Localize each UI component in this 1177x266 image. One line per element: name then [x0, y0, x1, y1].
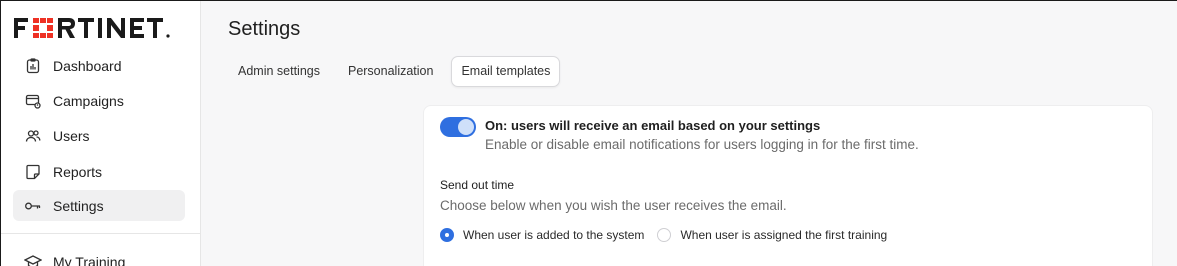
send-out-time-description: Choose below when you wish the user rece… — [440, 198, 787, 213]
page-title: Settings — [228, 18, 301, 40]
toggle-knob — [458, 119, 474, 135]
toggle-title: On: users will receive an email based on… — [485, 118, 821, 133]
sidebar-divider — [1, 233, 201, 234]
key-icon — [23, 196, 43, 216]
tab-email-templates[interactable]: Email templates — [451, 55, 561, 87]
send-out-time-label: Send out time — [440, 178, 515, 192]
sidebar-item-label: Settings — [53, 197, 104, 214]
campaigns-icon — [23, 91, 43, 111]
tab-admin-settings[interactable]: Admin settings — [228, 56, 330, 87]
main-content: Settings Admin settings Personalization … — [202, 1, 1177, 266]
users-icon — [23, 126, 43, 146]
tab-personalization[interactable]: Personalization — [338, 56, 443, 87]
radio-option-user-added[interactable]: When user is added to the system — [440, 228, 644, 242]
sidebar-item-label: Reports — [53, 163, 103, 180]
radio-label: When user is added to the system — [463, 228, 645, 242]
sidebar-item-label: Campaigns — [53, 92, 124, 109]
sidebar-item-label: Dashboard — [53, 57, 122, 74]
radio-label: When user is assigned the first training — [680, 228, 888, 242]
graduation-cap-icon — [23, 252, 43, 266]
sidebar-item-my-training[interactable]: My Training — [13, 246, 185, 266]
sidebar-item-label: My Training — [53, 253, 126, 266]
radio-button[interactable] — [440, 228, 454, 242]
sidebar-item-reports[interactable]: Reports — [13, 156, 185, 187]
sidebar-item-label: Users — [53, 127, 90, 144]
fortinet-logo — [13, 16, 187, 40]
send-out-time-options: When user is added to the system When us… — [440, 228, 900, 242]
sidebar-item-settings[interactable]: Settings — [13, 190, 185, 221]
radio-option-first-training[interactable]: When user is assigned the first training — [657, 228, 887, 242]
toggle-description: Enable or disable email notifications fo… — [485, 137, 919, 152]
email-settings-card: On: users will receive an email based on… — [423, 105, 1153, 266]
sidebar-item-campaigns[interactable]: Campaigns — [13, 85, 185, 116]
dashboard-icon — [23, 56, 43, 76]
settings-tabs: Admin settings Personalization Email tem… — [228, 55, 568, 87]
reports-icon — [23, 162, 43, 182]
sidebar: Dashboard Campaigns Users Reports Settin… — [1, 1, 201, 266]
radio-button[interactable] — [657, 228, 672, 242]
sidebar-item-dashboard[interactable]: Dashboard — [13, 50, 185, 81]
sidebar-item-users[interactable]: Users — [13, 120, 185, 151]
email-notification-toggle[interactable] — [440, 117, 476, 137]
